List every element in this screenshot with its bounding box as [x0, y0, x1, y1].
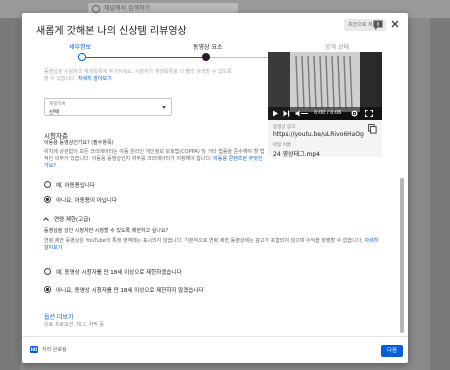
age-restriction-description-text: 연령 제한 동영상은 YouTube의 특정 영역에는 표시되지 않습니다. 기… — [44, 238, 363, 244]
video-link-label: 동영상 링크 — [273, 125, 296, 130]
file-name-label: 파일 이름 — [273, 143, 291, 148]
dialog-title: 새롭게 갓해본 나의 신상템 리뷰영상 — [36, 26, 187, 37]
feedback-icon[interactable] — [372, 19, 384, 31]
made-for-kids-no-radio[interactable] — [44, 196, 51, 203]
made-for-kids-no-label[interactable]: 아니요, 아동용이 아닙니다 — [56, 196, 117, 204]
age-restriction-question: 동영상을 성인 시청자만 시청할 수 있도록 제한하고 싶나요? — [44, 228, 169, 234]
step-elements-label[interactable]: 동영상 요소 — [193, 42, 223, 51]
hd-icon: HD — [30, 346, 38, 353]
settings-icon[interactable] — [351, 110, 358, 117]
file-name-value: 24 영상태그.mp4 — [273, 151, 321, 158]
playlist-help-line1: 동영상을 시청자의 재생목록에 추가하세요. 시청자가 재생목록을 더 빨리 검… — [44, 69, 232, 75]
playlist-help-line2: 할 수 있습니다. 자세히 알아보기 — [44, 75, 112, 82]
made-for-kids-yes-radio[interactable] — [44, 181, 51, 188]
step-elements-dot — [202, 53, 210, 61]
processing-status: 처리 완료됨 — [42, 347, 67, 353]
step-visibility-label[interactable]: 공개 상태 — [325, 42, 349, 51]
video-player[interactable]: 0:00 / 0:06 — [268, 52, 382, 120]
step-details-label[interactable]: 세부정보 — [69, 42, 91, 51]
next-icon[interactable] — [283, 110, 290, 117]
playlist-help-text: 할 수 있습니다. — [44, 76, 77, 82]
next-button[interactable]: 다음 — [381, 345, 403, 357]
age-restriction-description: 연령 제한 동영상은 YouTube의 특정 영역에는 표시되지 않습니다. 기… — [44, 238, 384, 252]
video-link[interactable]: https://youtu.be/uLRivo6HaOg — [273, 131, 364, 138]
dialog-footer: HD 처리 완료됨 다음 — [22, 336, 408, 363]
age-restrict-yes-radio[interactable] — [44, 268, 51, 275]
scrollbar[interactable] — [400, 68, 404, 336]
age-restrict-yes-label[interactable]: 예, 동영상 시청자를 만 18세 이상으로 제한하겠습니다 — [56, 268, 182, 276]
made-for-kids-yes-label[interactable]: 예, 아동용입니다 — [56, 181, 95, 189]
volume-icon[interactable] — [295, 110, 309, 117]
age-restrict-no-label[interactable]: 아니요, 동영상 시청자를 만 18세 이상으로 제한하지 않겠습니다 — [56, 286, 204, 294]
playlist-select-value: 선택 — [49, 110, 60, 116]
audience-description: 위치에 상관없이 모든 크리에이터는 아동 온라인 개인정보 보호법(COPPA… — [44, 149, 266, 170]
playlist-learn-more-link[interactable]: 자세히 알아보기 — [78, 76, 112, 82]
more-options-description: 유료 프로모션, 태그, 자막 등 — [44, 322, 105, 328]
audience-heading: 시청자층 — [44, 132, 68, 140]
search-icon — [92, 5, 100, 13]
age-restrict-no-radio[interactable] — [44, 286, 51, 293]
upload-dialog: 새롭게 갓해본 나의 신상템 리뷰영상 초안으로 저장됨 세부정보 동영상 요소… — [22, 13, 408, 363]
playlist-select[interactable]: 재생목록 선택 — [44, 98, 172, 116]
fullscreen-icon[interactable] — [365, 110, 373, 117]
close-icon[interactable] — [389, 18, 401, 30]
step-details-dot — [78, 53, 86, 61]
background-right-panel — [430, 18, 450, 370]
video-controls: 0:00 / 0:06 — [268, 107, 382, 120]
chevron-up-icon[interactable] — [42, 215, 50, 223]
age-restriction-toggle[interactable]: 연령 제한(고급) — [54, 215, 90, 223]
chevron-down-icon — [162, 106, 166, 109]
background-sidebar — [0, 18, 20, 370]
play-icon[interactable] — [272, 110, 279, 117]
video-preview-card: 0:00 / 0:06 동영상 링크 https://youtu.be/uLRi… — [268, 52, 382, 158]
copy-icon[interactable] — [368, 124, 377, 134]
audience-subheading: 아동용 동영상인가요? (필수항목) — [44, 140, 114, 146]
step-connector-1 — [86, 57, 202, 58]
video-time: 0:00 / 0:06 — [314, 110, 342, 116]
scrollbar-thumb[interactable] — [400, 178, 404, 333]
more-options-button[interactable]: 옵션 더보기 — [44, 312, 74, 321]
playlist-select-caption: 재생목록 — [49, 102, 66, 107]
